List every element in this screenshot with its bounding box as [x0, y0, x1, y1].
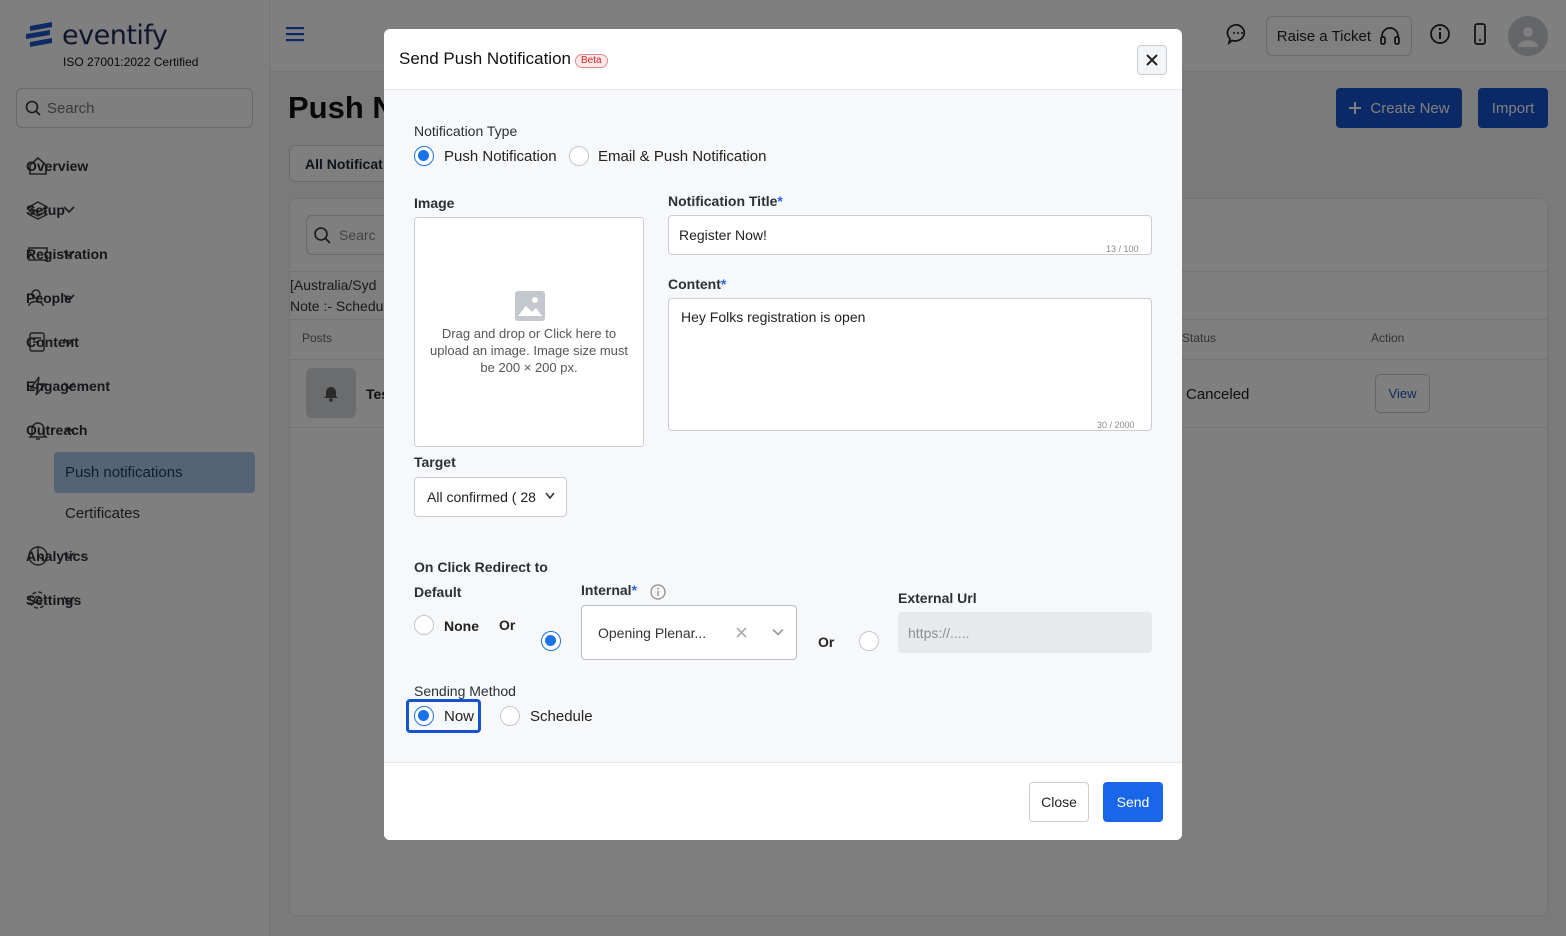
content-label-text: Content [668, 276, 721, 292]
notification-title-label: Notification Title* [668, 193, 783, 209]
required-marker: * [777, 193, 783, 209]
radio-push-notification-label[interactable]: Push Notification [444, 148, 557, 165]
required-marker: * [631, 582, 638, 598]
send-push-notification-modal: Send Push Notification Beta Notification… [384, 29, 1182, 840]
title-char-counter: 13 / 100 [1106, 244, 1139, 254]
notification-title-input[interactable] [668, 215, 1152, 255]
modal-title: Send Push Notification [399, 49, 571, 68]
radio-redirect-none[interactable] [414, 615, 434, 635]
image-upload-hint: Drag and drop or Click here to upload an… [430, 326, 628, 375]
required-marker: * [720, 276, 727, 292]
radio-redirect-internal[interactable] [541, 631, 561, 651]
image-dropzone[interactable]: Drag and drop or Click here to upload an… [414, 217, 644, 447]
internal-select-value: Opening Plenar... [598, 624, 707, 641]
redirect-label: On Click Redirect to [414, 559, 548, 575]
modal-close-button[interactable] [1137, 45, 1167, 75]
modal-body: Notification Type Push Notification Emai… [384, 90, 1182, 763]
modal-header: Send Push Notification Beta [384, 29, 1182, 90]
or-separator: Or [499, 617, 516, 633]
radio-email-push-notification[interactable] [569, 146, 589, 166]
chevron-down-icon [545, 492, 555, 500]
send-button[interactable]: Send [1103, 782, 1163, 822]
radio-send-now[interactable] [414, 706, 434, 726]
content-label: Content* [668, 276, 726, 292]
internal-label: Internal* [581, 582, 637, 598]
radio-redirect-external[interactable] [859, 631, 879, 651]
radio-send-schedule[interactable] [500, 706, 520, 726]
radio-email-push-notification-label[interactable]: Email & Push Notification [598, 148, 766, 165]
or-separator: Or [818, 634, 835, 650]
target-select-value: All confirmed ( 28 [427, 489, 536, 505]
internal-label-text: Internal [581, 582, 632, 598]
external-url-input[interactable] [898, 612, 1152, 653]
content-textarea[interactable]: Hey Folks registration is open [668, 298, 1152, 431]
target-select[interactable]: All confirmed ( 28 [414, 477, 567, 517]
radio-send-schedule-label[interactable]: Schedule [530, 708, 593, 725]
radio-push-notification[interactable] [414, 146, 434, 166]
clear-icon[interactable] [736, 627, 747, 638]
external-url-label: External Url [898, 590, 977, 606]
close-icon [1146, 54, 1158, 66]
radio-send-now-label[interactable]: Now [444, 708, 474, 725]
radio-redirect-none-label[interactable]: None [444, 618, 479, 634]
target-label: Target [414, 454, 456, 470]
info-icon[interactable] [650, 584, 666, 600]
beta-badge: Beta [575, 53, 608, 68]
content-char-counter: 30 / 2000 [1097, 420, 1135, 430]
internal-page-select[interactable]: Opening Plenar... [581, 605, 797, 660]
notification-type-label: Notification Type [414, 123, 518, 139]
notification-title-label-text: Notification Title [668, 193, 778, 209]
image-label: Image [414, 195, 455, 211]
chevron-down-icon[interactable] [772, 628, 784, 637]
close-button[interactable]: Close [1029, 782, 1089, 822]
sending-method-label: Sending Method [414, 683, 516, 699]
image-placeholder-icon [515, 291, 545, 321]
default-label: Default [414, 584, 462, 600]
